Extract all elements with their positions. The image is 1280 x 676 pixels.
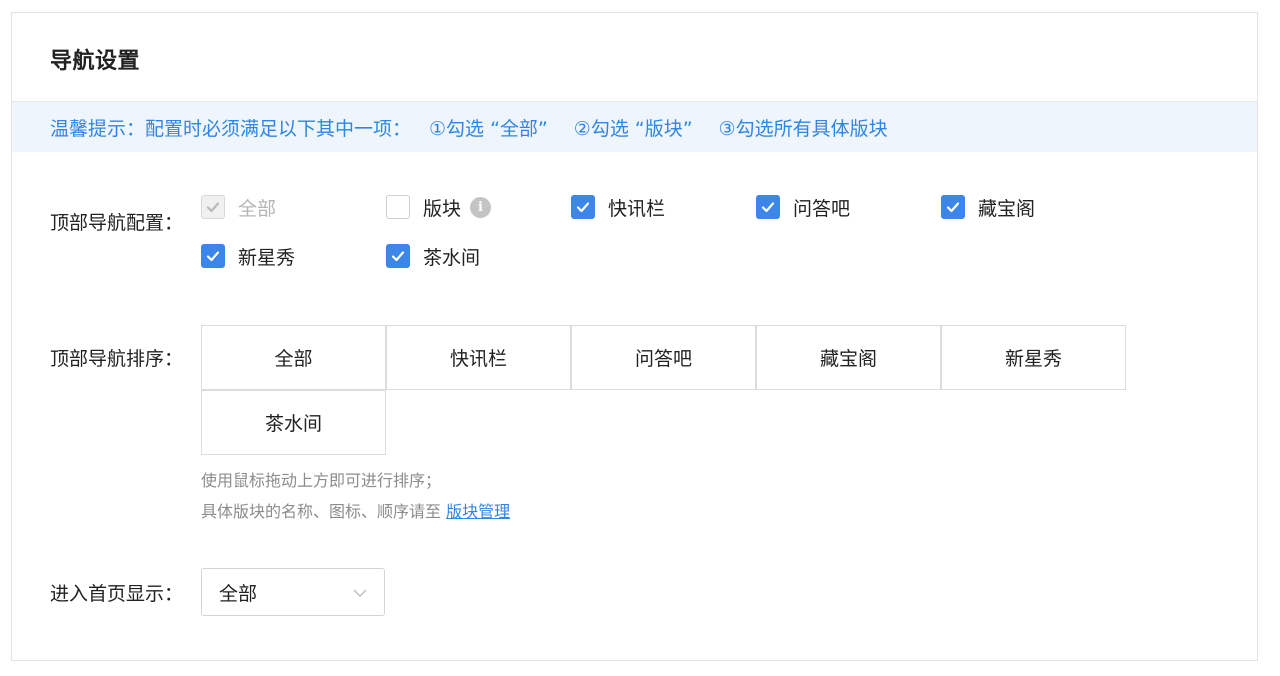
info-icon[interactable]: i <box>470 196 492 218</box>
checkbox-label: 问答吧 <box>793 197 851 220</box>
checkbox-news[interactable]: 快讯栏 <box>571 192 665 222</box>
manage-hint-text: 具体版块的名称、图标、顺序请至 <box>201 502 447 521</box>
checkbox-box[interactable] <box>756 195 780 219</box>
checkbox-newstar[interactable]: 新星秀 <box>201 241 295 271</box>
board-manage-link[interactable]: 版块管理 <box>446 502 510 521</box>
nav-sort-label: 顶部导航排序： <box>50 348 184 370</box>
sort-tile-news[interactable]: 快讯栏 <box>386 325 571 390</box>
checkbox-label: 版块 <box>423 197 462 220</box>
home-display-select[interactable]: 全部 <box>201 568 385 616</box>
checkbox-teahouse[interactable]: 茶水间 <box>386 241 480 271</box>
nav-settings-panel: 导航设置 温馨提示：配置时必须满足以下其中一项： ①勾选 “全部” ②勾选 “版… <box>11 12 1258 661</box>
check-icon <box>206 202 220 213</box>
tip-item-3: ③勾选所有具体版块 <box>718 117 888 140</box>
manage-hint: 具体版块的名称、图标、顺序请至 版块管理 <box>201 498 510 522</box>
sort-tile-qa[interactable]: 问答吧 <box>571 325 756 390</box>
sort-tile-teahouse[interactable]: 茶水间 <box>201 390 386 455</box>
tip-item-1: ①勾选 “全部” <box>429 117 548 140</box>
page-title: 导航设置 <box>50 49 141 74</box>
checkbox-box[interactable] <box>941 195 965 219</box>
panel-header: 导航设置 <box>12 13 1257 102</box>
chevron-down-icon <box>353 589 367 597</box>
sort-tile-all[interactable]: 全部 <box>201 325 386 390</box>
checkbox-label: 茶水间 <box>423 246 481 269</box>
sort-hint: 使用鼠标拖动上方即可进行排序； <box>201 471 442 490</box>
checkbox-label: 新星秀 <box>238 246 296 269</box>
check-icon <box>946 202 960 213</box>
checkbox-treasure[interactable]: 藏宝阁 <box>941 192 1035 222</box>
home-display-label: 进入首页显示： <box>50 583 184 605</box>
checkbox-box[interactable] <box>201 244 225 268</box>
sort-tile-newstar[interactable]: 新星秀 <box>941 325 1126 390</box>
nav-config-label: 顶部导航配置： <box>50 212 184 234</box>
sort-tile-treasure[interactable]: 藏宝阁 <box>756 325 941 390</box>
checkbox-box[interactable] <box>571 195 595 219</box>
checkbox-label: 快讯栏 <box>608 197 666 220</box>
checkbox-box <box>201 195 225 219</box>
tip-prefix: 温馨提示：配置时必须满足以下其中一项： <box>50 117 412 140</box>
checkbox-all: 全部 <box>201 192 276 222</box>
check-icon <box>576 202 590 213</box>
check-icon <box>391 251 405 262</box>
home-display-value: 全部 <box>219 582 258 605</box>
checkbox-box[interactable] <box>386 244 410 268</box>
checkbox-qa[interactable]: 问答吧 <box>756 192 850 222</box>
checkbox-box[interactable] <box>386 195 410 219</box>
checkbox-label: 藏宝阁 <box>978 197 1036 220</box>
tip-item-2: ②勾选 “版块” <box>573 117 693 140</box>
check-icon <box>206 251 220 262</box>
tip-bar: 温馨提示：配置时必须满足以下其中一项： ①勾选 “全部” ②勾选 “版块” ③勾… <box>12 102 1257 152</box>
check-icon <box>761 202 775 213</box>
checkbox-label: 全部 <box>238 197 277 220</box>
checkbox-board[interactable]: 版块 i <box>386 192 492 222</box>
